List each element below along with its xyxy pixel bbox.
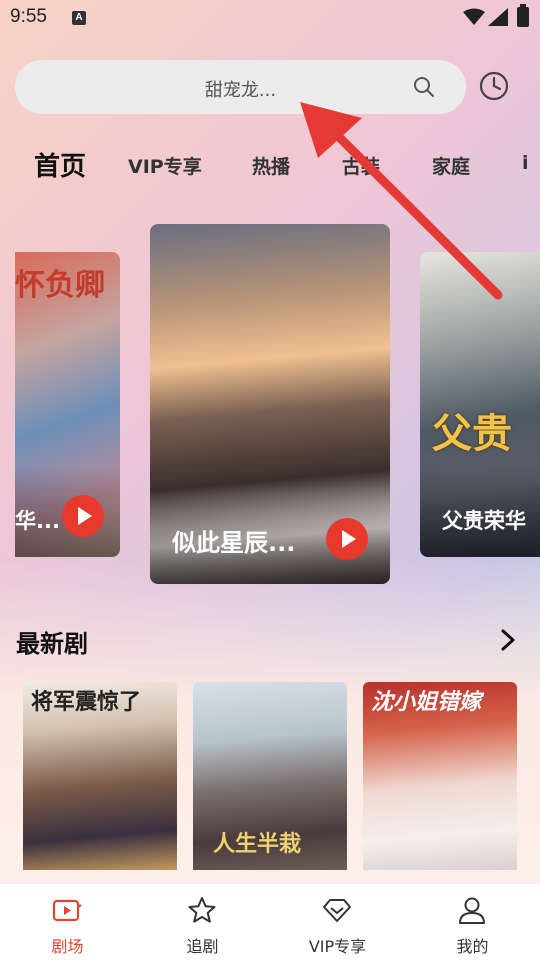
nav-theater[interactable]: 剧场 (0, 884, 135, 961)
nav-label: 我的 (456, 937, 489, 956)
nav-label: 追剧 (186, 937, 219, 956)
nav-label: 剧场 (51, 937, 84, 956)
nav-label: VIP专享 (308, 937, 367, 956)
diamond-icon (323, 899, 351, 922)
person-icon (459, 897, 485, 924)
theater-icon (52, 899, 82, 922)
nav-profile[interactable]: 我的 (405, 884, 540, 961)
annotation-arrow (300, 102, 503, 300)
nav-follow[interactable]: 追剧 (135, 884, 270, 961)
nav-vip[interactable]: VIP专享 (270, 884, 405, 961)
bottom-navigation: 剧场 追剧 VIP专享 我的 (0, 883, 540, 961)
star-icon (188, 897, 216, 923)
